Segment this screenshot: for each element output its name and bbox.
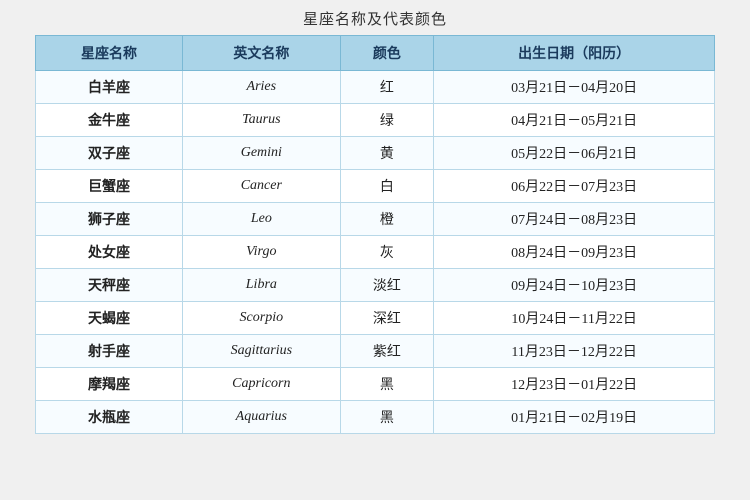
column-header: 颜色 <box>340 36 434 71</box>
zodiac-dates: 01月21日－02月19日 <box>434 401 715 434</box>
zodiac-dates: 06月22日－07月23日 <box>434 170 715 203</box>
zodiac-color: 黄 <box>340 137 434 170</box>
zodiac-dates: 08月24日－09月23日 <box>434 236 715 269</box>
zodiac-english: Cancer <box>183 170 341 203</box>
table-row: 处女座Virgo灰08月24日－09月23日 <box>36 236 715 269</box>
zodiac-dates: 10月24日－11月22日 <box>434 302 715 335</box>
table-row: 金牛座Taurus绿04月21日－05月21日 <box>36 104 715 137</box>
zodiac-english: Capricorn <box>183 368 341 401</box>
zodiac-color: 紫红 <box>340 335 434 368</box>
zodiac-english: Taurus <box>183 104 341 137</box>
zodiac-dates: 09月24日－10月23日 <box>434 269 715 302</box>
zodiac-chinese: 天蝎座 <box>36 302 183 335</box>
zodiac-color: 橙 <box>340 203 434 236</box>
column-header: 星座名称 <box>36 36 183 71</box>
zodiac-english: Aries <box>183 71 341 104</box>
zodiac-english: Scorpio <box>183 302 341 335</box>
zodiac-chinese: 巨蟹座 <box>36 170 183 203</box>
table-row: 天秤座Libra淡红09月24日－10月23日 <box>36 269 715 302</box>
zodiac-color: 红 <box>340 71 434 104</box>
zodiac-english: Sagittarius <box>183 335 341 368</box>
zodiac-color: 白 <box>340 170 434 203</box>
table-row: 射手座Sagittarius紫红11月23日－12月22日 <box>36 335 715 368</box>
zodiac-color: 绿 <box>340 104 434 137</box>
zodiac-dates: 11月23日－12月22日 <box>434 335 715 368</box>
zodiac-color: 黑 <box>340 368 434 401</box>
zodiac-chinese: 狮子座 <box>36 203 183 236</box>
zodiac-dates: 12月23日－01月22日 <box>434 368 715 401</box>
zodiac-chinese: 摩羯座 <box>36 368 183 401</box>
zodiac-color: 淡红 <box>340 269 434 302</box>
zodiac-english: Gemini <box>183 137 341 170</box>
zodiac-color: 深红 <box>340 302 434 335</box>
zodiac-table-wrapper: 星座名称英文名称颜色出生日期（阳历） 白羊座Aries红03月21日－04月20… <box>35 35 715 434</box>
zodiac-dates: 07月24日－08月23日 <box>434 203 715 236</box>
zodiac-chinese: 天秤座 <box>36 269 183 302</box>
zodiac-chinese: 处女座 <box>36 236 183 269</box>
zodiac-color: 灰 <box>340 236 434 269</box>
column-header: 英文名称 <box>183 36 341 71</box>
table-row: 双子座Gemini黄05月22日－06月21日 <box>36 137 715 170</box>
zodiac-table: 星座名称英文名称颜色出生日期（阳历） 白羊座Aries红03月21日－04月20… <box>35 35 715 434</box>
zodiac-english: Aquarius <box>183 401 341 434</box>
zodiac-chinese: 射手座 <box>36 335 183 368</box>
table-row: 天蝎座Scorpio深红10月24日－11月22日 <box>36 302 715 335</box>
column-header: 出生日期（阳历） <box>434 36 715 71</box>
zodiac-dates: 05月22日－06月21日 <box>434 137 715 170</box>
table-header-row: 星座名称英文名称颜色出生日期（阳历） <box>36 36 715 71</box>
zodiac-english: Virgo <box>183 236 341 269</box>
zodiac-english: Libra <box>183 269 341 302</box>
zodiac-dates: 03月21日－04月20日 <box>434 71 715 104</box>
zodiac-chinese: 双子座 <box>36 137 183 170</box>
zodiac-dates: 04月21日－05月21日 <box>434 104 715 137</box>
table-row: 巨蟹座Cancer白06月22日－07月23日 <box>36 170 715 203</box>
zodiac-chinese: 水瓶座 <box>36 401 183 434</box>
zodiac-color: 黑 <box>340 401 434 434</box>
table-row: 摩羯座Capricorn黑12月23日－01月22日 <box>36 368 715 401</box>
page-title: 星座名称及代表颜色 <box>303 8 447 29</box>
zodiac-chinese: 白羊座 <box>36 71 183 104</box>
zodiac-english: Leo <box>183 203 341 236</box>
zodiac-chinese: 金牛座 <box>36 104 183 137</box>
table-row: 白羊座Aries红03月21日－04月20日 <box>36 71 715 104</box>
table-row: 水瓶座Aquarius黑01月21日－02月19日 <box>36 401 715 434</box>
table-row: 狮子座Leo橙07月24日－08月23日 <box>36 203 715 236</box>
